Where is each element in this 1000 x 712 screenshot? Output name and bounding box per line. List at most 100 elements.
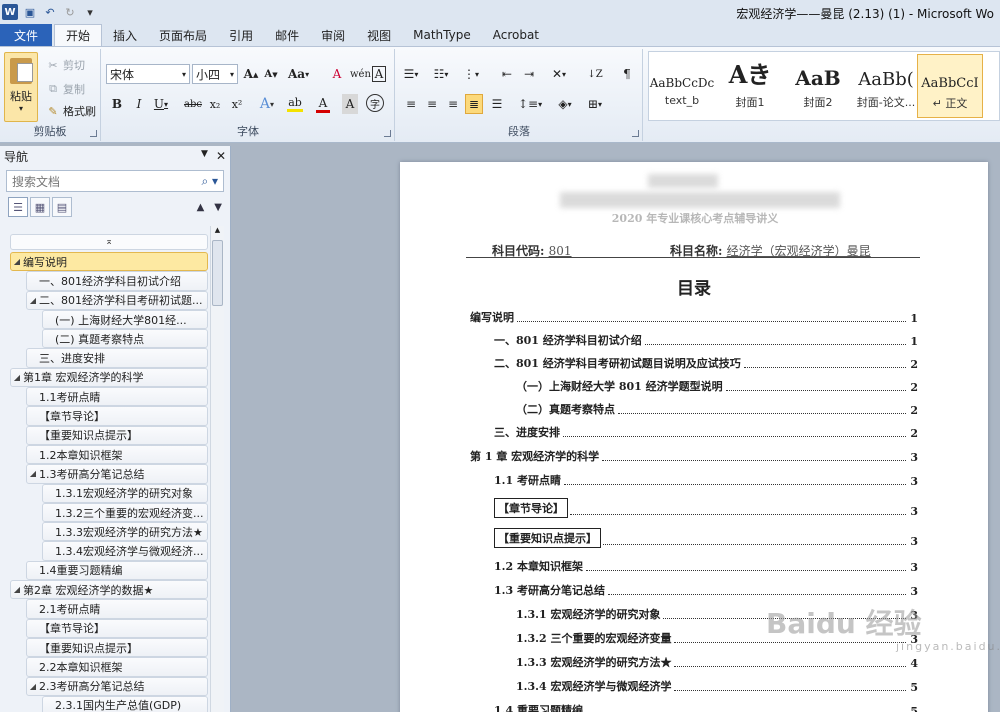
paste-button[interactable]: 粘贴 ▾ <box>4 52 38 122</box>
nav-heading-item[interactable]: 一、801经济学科目初试介绍 <box>26 271 208 291</box>
nav-heading-item[interactable]: 2.1考研点睛 <box>26 599 208 619</box>
headings-view-icon[interactable]: ☰ <box>8 197 28 217</box>
nav-heading-item[interactable]: ◢ 第2章 宏观经济学的数据★ <box>10 580 208 600</box>
tab-home[interactable]: 开始 <box>54 24 103 46</box>
font-name-select[interactable]: 宋体 ▾ <box>106 64 190 84</box>
tab-acrobat[interactable]: Acrobat <box>482 24 550 46</box>
toc-entry[interactable]: 一、801 经济学科目初试介绍 1 <box>470 325 918 348</box>
distributed-button[interactable]: ☰ <box>488 94 506 114</box>
toc-entry[interactable]: 1.2 本章知识框架 3 <box>470 548 918 574</box>
tab-review[interactable]: 审阅 <box>310 24 356 46</box>
toc-entry[interactable]: 编写说明 1 <box>470 302 918 325</box>
bullets-button[interactable]: ☰ ▾ <box>402 64 420 84</box>
sort-button[interactable]: ↓Z <box>586 64 604 84</box>
expand-triangle-icon[interactable]: ◢ <box>11 257 23 266</box>
enclose-char-button[interactable]: 字 <box>366 94 384 112</box>
tab-insert[interactable]: 插入 <box>102 24 148 46</box>
scrollbar-thumb[interactable] <box>212 240 223 306</box>
prev-heading-icon[interactable]: ▲ <box>197 202 205 213</box>
highlight-button[interactable]: ab <box>286 94 304 114</box>
shading-button[interactable]: ◈ ▾ <box>556 94 574 114</box>
close-icon[interactable]: ✕ <box>216 149 226 163</box>
font-size-select[interactable]: 小四 ▾ <box>192 64 238 84</box>
show-marks-button[interactable]: ¶ <box>618 64 636 84</box>
toc-entry[interactable]: 第 1 章 宏观经济学的科学 3 <box>470 440 918 464</box>
nav-heading-item[interactable]: (一) 上海财经大学801经... <box>42 309 208 330</box>
expand-triangle-icon[interactable]: ◢ <box>11 373 23 382</box>
scroll-up-icon[interactable]: ▲ <box>211 226 224 234</box>
toc-entry[interactable]: 1.1 考研点睛 3 <box>470 464 918 488</box>
bold-button[interactable]: B <box>108 94 126 114</box>
subscript-button[interactable]: x₂ <box>206 94 224 114</box>
toc-entry[interactable]: 【重要知识点提示】 3 <box>470 518 918 548</box>
expand-triangle-icon[interactable]: ◢ <box>11 585 23 594</box>
nav-heading-item[interactable]: ◢ 2.3考研高分笔记总结 <box>26 676 208 696</box>
nav-heading-item[interactable]: 三、进度安排 <box>26 348 208 368</box>
align-center-button[interactable]: ≡ <box>423 94 441 114</box>
nav-options-icon[interactable]: ▼ <box>201 149 208 163</box>
expand-triangle-icon[interactable]: ◢ <box>27 469 39 478</box>
increase-indent-button[interactable]: ⇥ <box>520 64 538 84</box>
toc-entry[interactable]: 1.4 重要习题精编 5 <box>470 694 918 712</box>
nav-heading-item[interactable]: 【重要知识点提示】 <box>26 425 208 445</box>
document-canvas[interactable]: 2020 年专业课核心考点辅导讲义 科目代码: 801 科目名称: 经济学（宏观… <box>232 146 1000 712</box>
search-input[interactable]: 搜索文档 ⌕ ▾ <box>6 170 224 192</box>
toc-entry[interactable]: 三、进度安排 2 <box>470 417 918 440</box>
undo-icon[interactable]: ↶ <box>42 4 58 20</box>
copy-button[interactable]: ⧉ 复制 <box>46 81 85 97</box>
style-normal[interactable]: AaBbCcI ↵ 正文 <box>917 54 983 118</box>
dialog-launcher-icon[interactable] <box>632 130 639 137</box>
style-text-b[interactable]: AaBbCcDc text_b <box>649 54 715 118</box>
nav-heading-item[interactable]: 1.4重要习题精编 <box>26 560 208 581</box>
shrink-font-button[interactable]: A ▼ <box>262 64 280 84</box>
toc-entry[interactable]: 1.3.4 宏观经济学与微观经济学 5 <box>470 670 918 694</box>
nav-heading-item[interactable]: 2.2本章知识框架 <box>26 657 208 677</box>
nav-heading-item[interactable]: 1.3.4宏观经济学与微观经济... <box>42 541 208 561</box>
numbering-button[interactable]: ☷ ▾ <box>432 64 450 84</box>
text-effects-button[interactable]: A ▾ <box>258 94 276 114</box>
customize-qat-icon[interactable]: ▾ <box>82 4 98 20</box>
tab-view[interactable]: 视图 <box>356 24 402 46</box>
style-next[interactable]: A <box>985 54 999 118</box>
nav-heading-item[interactable]: 1.3.3宏观经济学的研究方法★ <box>42 522 208 542</box>
nav-heading-item[interactable]: (二) 真题考察特点 <box>42 329 208 349</box>
toc-entry[interactable]: 1.3 考研高分笔记总结 3 <box>470 574 918 598</box>
asian-layout-button[interactable]: ✕ ▾ <box>550 64 568 84</box>
nav-heading-item[interactable]: 【章节导论】 <box>26 618 208 638</box>
char-shading-button[interactable]: A <box>342 94 358 114</box>
align-left-button[interactable]: ≡ <box>402 94 420 114</box>
nav-heading-item[interactable]: 2.3.1国内生产总值(GDP) <box>42 695 208 712</box>
tab-file[interactable]: 文件 <box>0 24 53 46</box>
strikethrough-button[interactable]: abc <box>184 94 202 114</box>
style-cover1[interactable]: Aき 封面1 <box>717 54 783 118</box>
nav-heading-item[interactable]: 1.2本章知识框架 <box>26 444 208 465</box>
multilevel-list-button[interactable]: ⋮ ▾ <box>462 64 480 84</box>
italic-button[interactable]: I <box>130 94 148 114</box>
redo-icon[interactable]: ↻ <box>62 4 78 20</box>
collapse-all-icon[interactable]: ⌅ <box>10 234 208 250</box>
underline-button[interactable]: U ▾ <box>152 94 170 114</box>
phonetic-guide-button[interactable]: wén <box>350 64 371 84</box>
align-right-button[interactable]: ≡ <box>444 94 462 114</box>
style-cover2[interactable]: AaB 封面2 <box>785 54 851 118</box>
tab-references[interactable]: 引用 <box>218 24 264 46</box>
dialog-launcher-icon[interactable] <box>90 130 97 137</box>
grow-font-button[interactable]: A ▲ <box>242 64 260 84</box>
style-cover-thesis[interactable]: AaBb(封面-论文... <box>853 54 919 118</box>
word-logo-icon[interactable]: W <box>2 4 18 20</box>
nav-heading-item[interactable]: ◢ 第1章 宏观经济学的科学 <box>10 367 208 388</box>
toc-entry[interactable]: 【章节导论】 3 <box>470 488 918 518</box>
font-color-button[interactable]: A <box>314 94 332 114</box>
search-icon[interactable]: ⌕ ▾ <box>201 174 218 189</box>
char-border-button[interactable]: A <box>372 66 386 82</box>
format-painter-button[interactable]: ✎ 格式刷 <box>46 103 96 119</box>
nav-heading-item[interactable]: 1.1考研点睛 <box>26 387 208 407</box>
toc-entry[interactable]: （一）上海财经大学 801 经济学题型说明 2 <box>470 371 918 394</box>
expand-triangle-icon[interactable]: ◢ <box>27 682 39 691</box>
tab-page-layout[interactable]: 页面布局 <box>148 24 218 46</box>
nav-heading-item[interactable]: ◢ 二、801经济学科目考研初试题... <box>26 290 208 310</box>
decrease-indent-button[interactable]: ⇤ <box>498 64 516 84</box>
change-case-button[interactable]: Aa ▾ <box>288 64 309 84</box>
pages-view-icon[interactable]: ▦ <box>30 197 50 217</box>
clear-format-button[interactable]: A <box>328 64 346 84</box>
